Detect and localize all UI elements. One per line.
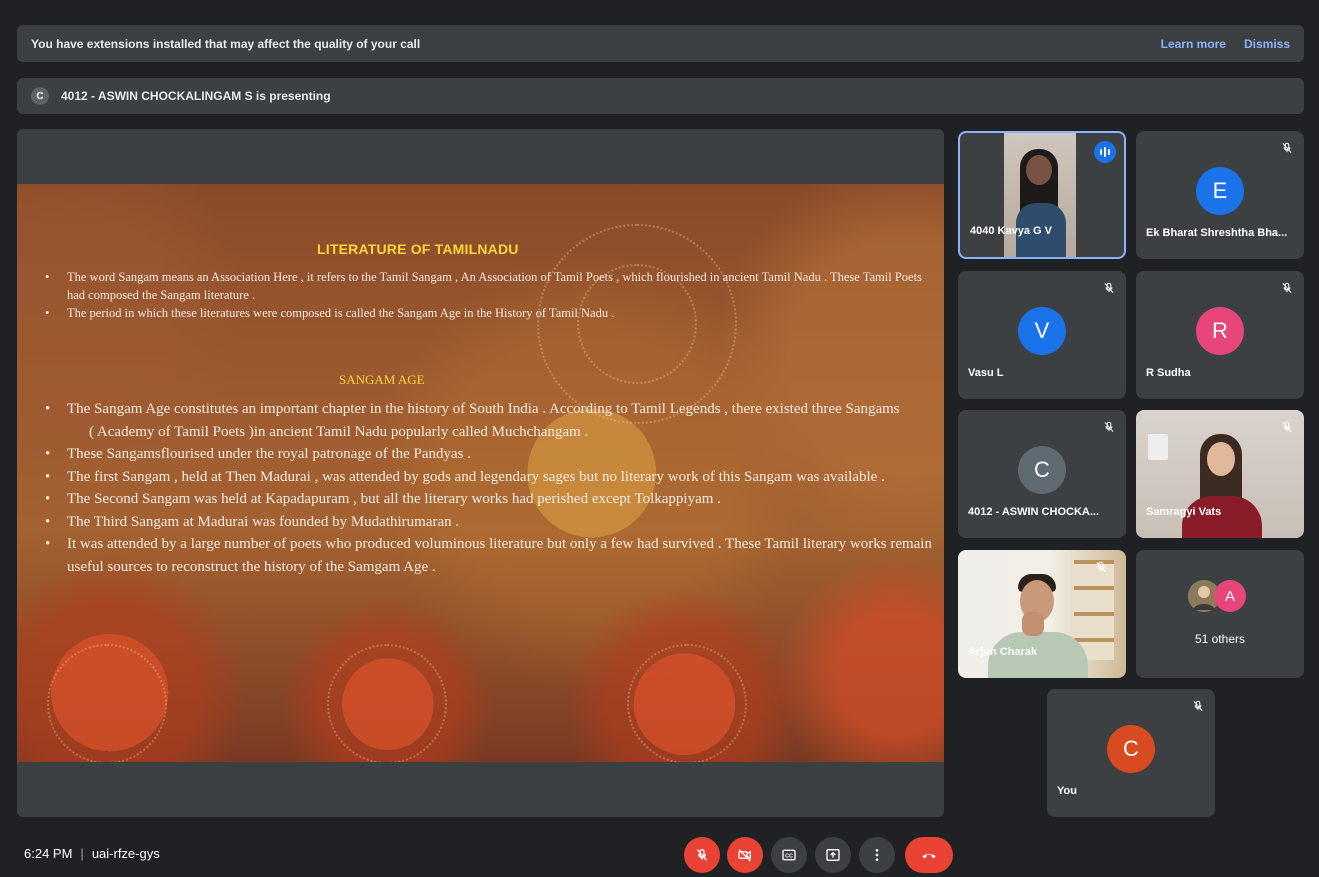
list-item: ( Academy of Tamil Poets )in ancient Tam… [89, 423, 589, 440]
participant-name: Samragyi Vats [1146, 506, 1222, 518]
dismiss-button[interactable]: Dismiss [1244, 37, 1290, 51]
mandala-decoration [627, 644, 747, 762]
list-item: • It was attended by a large number of po… [45, 536, 932, 575]
participant-name: You [1057, 785, 1077, 797]
slide-sangam-bullets: • The Sangam Age constitutes an important… [37, 398, 937, 578]
presenter-avatar: C [31, 87, 49, 105]
participant-avatar: R [1196, 307, 1244, 355]
shared-slide: LITERATURE OF TAMILNADU • The word Sangam… [17, 184, 944, 762]
participant-name: 4040 Kavya G V [970, 225, 1052, 237]
list-item: • The Second Sangam was held at Kapadapur… [45, 491, 721, 507]
presenting-bar: C 4012 - ASWIN CHOCKALINGAM S is present… [17, 78, 1304, 114]
mandala-decoration [47, 644, 167, 762]
mic-off-icon [1096, 561, 1106, 573]
participant-avatar: V [1018, 307, 1066, 355]
others-count-label: 51 others [1194, 632, 1246, 646]
captions-button[interactable]: CC [771, 837, 807, 873]
learn-more-link[interactable]: Learn more [1161, 37, 1226, 51]
slide-title: LITERATURE OF TAMILNADU [317, 241, 519, 257]
mic-off-icon [696, 848, 708, 861]
participant-avatar: C [1018, 446, 1066, 494]
participant-name: Ek Bharat Shreshtha Bha... [1146, 227, 1288, 239]
captions-icon: CC [782, 849, 796, 861]
participant-tile-ek-bharat[interactable]: E Ek Bharat Shreshtha Bha... [1136, 131, 1304, 259]
mic-off-icon [1104, 421, 1114, 433]
participant-tile-samragyi[interactable]: Samragyi Vats [1136, 410, 1304, 538]
svg-text:CC: CC [785, 853, 793, 859]
participant-tile-aswin[interactable]: C 4012 - ASWIN CHOCKA... [958, 410, 1126, 538]
microphone-toggle-button[interactable] [684, 837, 720, 873]
participant-tile-others[interactable]: A 51 others [1136, 550, 1304, 678]
mic-off-icon [1282, 421, 1292, 433]
mic-off-icon [1282, 142, 1292, 154]
list-item: • The period in which these literatures w… [45, 306, 615, 320]
participant-avatar: A [1214, 580, 1246, 612]
list-item: • The first Sangam , held at Then Madurai… [45, 468, 885, 485]
participant-tile-r-sudha[interactable]: R R Sudha [1136, 271, 1304, 399]
present-icon [826, 849, 840, 861]
extension-warning-actions: Learn more Dismiss [1161, 37, 1290, 51]
presentation-stage[interactable]: LITERATURE OF TAMILNADU • The word Sangam… [17, 129, 944, 817]
mic-off-icon [1282, 282, 1292, 294]
call-controls: CC [0, 837, 1319, 873]
slide-subtitle: SANGAM AGE [339, 372, 425, 387]
participant-tile-vasu[interactable]: V Vasu L [958, 271, 1126, 399]
participant-avatar: E [1196, 167, 1244, 215]
more-options-button[interactable] [859, 837, 895, 873]
more-vert-icon [875, 849, 879, 861]
participant-tile-you[interactable]: C You [1047, 689, 1215, 817]
camera-off-icon [738, 849, 751, 862]
call-end-icon [922, 853, 936, 859]
participant-video [1004, 133, 1076, 257]
mic-off-icon [1104, 282, 1114, 294]
mic-off-icon [1193, 700, 1203, 712]
speaking-indicator-icon [1094, 141, 1116, 163]
participant-name: Vasu L [968, 367, 1004, 379]
participant-tile-kavya[interactable]: 4040 Kavya G V [958, 131, 1126, 259]
presenting-text: 4012 - ASWIN CHOCKALINGAM S is presentin… [61, 89, 331, 103]
list-item: • These Sangamsflourised under the royal … [45, 446, 472, 462]
participant-name: Arjun Charak [968, 646, 1038, 658]
leave-call-button[interactable] [905, 837, 953, 873]
list-item: • The Sangam Age constitutes an important… [45, 401, 900, 417]
participant-video [1136, 410, 1304, 538]
present-now-button[interactable] [815, 837, 851, 873]
mandala-decoration [327, 644, 447, 762]
participant-tile-arjun[interactable]: Arjun Charak [958, 550, 1126, 678]
participant-avatar: C [1107, 725, 1155, 773]
participant-name: R Sudha [1146, 367, 1191, 379]
camera-toggle-button[interactable] [727, 837, 763, 873]
extension-warning-text: You have extensions installed that may a… [31, 36, 421, 51]
slide-intro-bullets: • The word Sangam means an Association He… [37, 268, 927, 322]
participant-name: 4012 - ASWIN CHOCKA... [968, 506, 1100, 518]
list-item: • The Third Sangam at Madurai was founded… [45, 513, 460, 530]
list-item: • The word Sangam means an Association He… [45, 270, 922, 302]
extension-warning-bar: You have extensions installed that may a… [17, 25, 1304, 62]
